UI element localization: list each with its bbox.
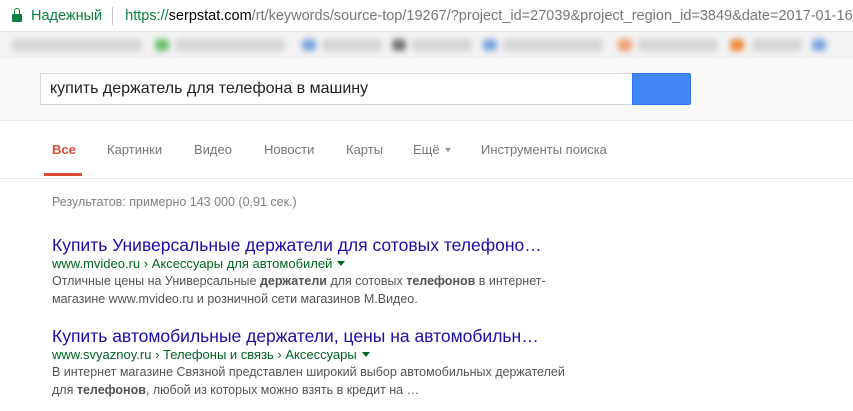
result-url-text: www.mvideo.ru › Аксессуары для автомобил… xyxy=(52,256,333,271)
bookmark-item[interactable] xyxy=(155,39,169,51)
active-tab-indicator xyxy=(44,173,82,176)
tab-more[interactable]: Ещё xyxy=(413,142,451,157)
snippet-keyword: держатели xyxy=(259,274,327,288)
snippet-text: Отличные цены на Универсальные xyxy=(52,274,260,288)
results-stats: Результатов: примерно 143 000 (0,91 сек.… xyxy=(52,195,297,209)
snippet-text: , любой из которых можно взять в кредит … xyxy=(145,383,420,397)
bookmarks-bar xyxy=(0,32,853,58)
search-tabs: Все Картинки Видео Новости Карты Ещё Инс… xyxy=(0,121,853,179)
bookmark-item[interactable] xyxy=(812,39,826,51)
snippet-keyword: телефонов xyxy=(76,383,146,397)
bookmark-item[interactable] xyxy=(638,39,718,51)
search-input[interactable]: купить держатель для телефона в машину xyxy=(40,73,632,105)
bookmark-item[interactable] xyxy=(730,39,744,51)
snippet-keyword: телефонов xyxy=(406,274,476,288)
chevron-down-icon[interactable] xyxy=(361,352,370,357)
bookmark-item[interactable] xyxy=(12,39,142,51)
bookmark-item[interactable] xyxy=(412,39,472,51)
tab-news[interactable]: Новости xyxy=(264,142,314,157)
result-title-link[interactable]: Купить автомобильные держатели, цены на … xyxy=(52,325,612,347)
search-result: Купить автомобильные держатели, цены на … xyxy=(52,325,612,399)
secure-label: Надежный xyxy=(31,7,103,24)
address-bar[interactable]: Надежный https:// serpstat.com /rt/keywo… xyxy=(0,0,853,32)
tab-video[interactable]: Видео xyxy=(194,142,232,157)
tab-search-tools[interactable]: Инструменты поиска xyxy=(481,142,607,157)
bookmark-item[interactable] xyxy=(302,39,316,51)
bookmark-item[interactable] xyxy=(618,39,632,51)
search-button[interactable] xyxy=(632,73,691,105)
url-scheme: https:// xyxy=(125,7,169,24)
tab-images[interactable]: Картинки xyxy=(107,142,162,157)
bookmark-item[interactable] xyxy=(175,39,285,51)
chevron-down-icon[interactable] xyxy=(337,261,346,266)
tab-maps[interactable]: Карты xyxy=(346,142,383,157)
tab-more-label: Ещё xyxy=(413,142,440,157)
url-path: /rt/keywords/source-top/19267/?project_i… xyxy=(251,7,853,24)
bookmark-item[interactable] xyxy=(483,39,497,51)
url-host: serpstat.com xyxy=(168,7,252,24)
result-url-text: www.svyaznoy.ru › Телефоны и связь › Акс… xyxy=(52,347,357,362)
tab-all[interactable]: Все xyxy=(52,142,76,157)
result-title-link[interactable]: Купить Универсальные держатели для сотов… xyxy=(52,234,612,256)
address-separator xyxy=(112,6,114,25)
search-header: купить держатель для телефона в машину xyxy=(0,58,853,121)
chevron-down-icon xyxy=(444,148,451,152)
result-snippet: В интернет магазине Связной представлен … xyxy=(52,363,577,399)
result-url: www.mvideo.ru › Аксессуары для автомобил… xyxy=(52,256,612,272)
search-result: Купить Универсальные держатели для сотов… xyxy=(52,234,612,308)
result-url: www.svyaznoy.ru › Телефоны и связь › Акс… xyxy=(52,347,612,363)
bookmark-item[interactable] xyxy=(503,39,603,51)
lock-icon xyxy=(12,7,22,23)
bookmark-item[interactable] xyxy=(392,39,406,51)
result-snippet: Отличные цены на Универсальные держатели… xyxy=(52,272,577,308)
snippet-text: для сотовых xyxy=(326,274,407,288)
bookmark-item[interactable] xyxy=(322,39,382,51)
bookmark-item[interactable] xyxy=(752,39,802,51)
